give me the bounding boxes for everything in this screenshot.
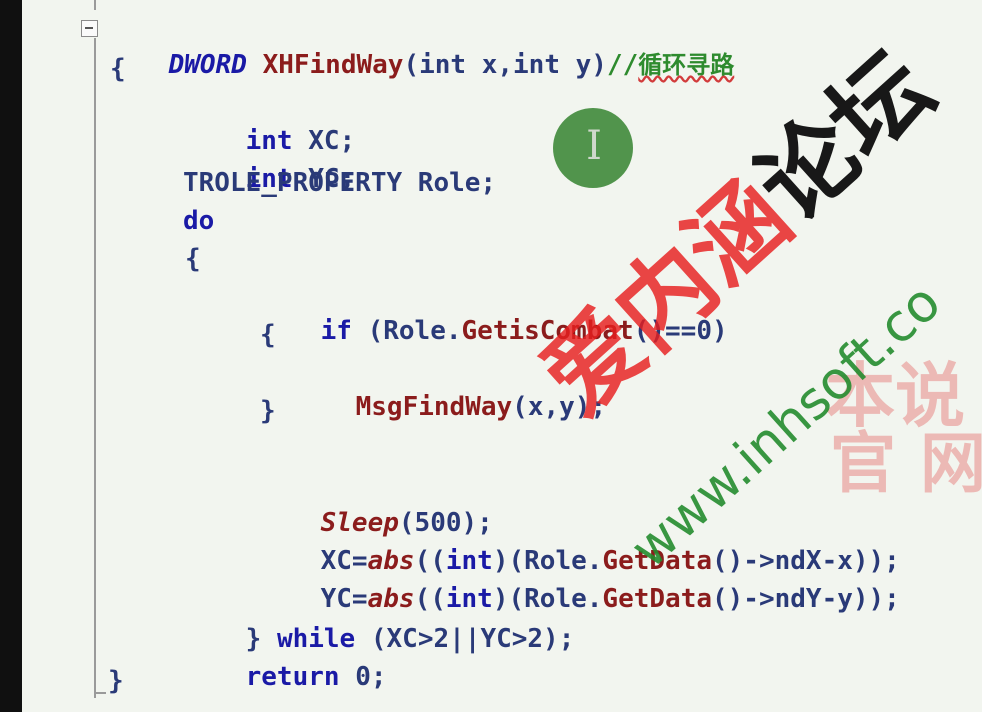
code-line-if[interactable]: if (Role.GetisCombat()==0) bbox=[258, 280, 728, 346]
return-value: 0; bbox=[339, 662, 387, 692]
outline-gutter-end bbox=[94, 692, 106, 694]
code-line-sleep[interactable]: Sleep(500); bbox=[258, 472, 493, 538]
code-line-xc-assign[interactable]: XC=abs((int)(Role.GetData()->ndX-x)); bbox=[258, 510, 900, 576]
code-line-brace-open[interactable]: { bbox=[110, 52, 126, 86]
code-line-do[interactable]: do bbox=[183, 204, 214, 238]
call-args: (x,y); bbox=[512, 392, 607, 422]
while-condition: (XC>2||YC>2); bbox=[355, 624, 575, 654]
code-line-while[interactable]: } while (XC>2||YC>2); bbox=[183, 588, 575, 654]
outline-gutter-top bbox=[94, 0, 96, 10]
function-params: (int x,int y) bbox=[403, 50, 607, 80]
return-keyword: return bbox=[245, 662, 340, 692]
code-line-msgfindway[interactable]: MsgFindWay(x,y); bbox=[293, 356, 606, 422]
code-line-brace-close[interactable]: } bbox=[108, 664, 124, 698]
code-line-return[interactable]: return 0; bbox=[183, 626, 387, 692]
code-line-yc-assign[interactable]: YC=abs((int)(Role.GetData()->ndY-y)); bbox=[258, 548, 900, 614]
outline-gutter-line bbox=[94, 38, 96, 698]
if-keyword: if bbox=[320, 316, 352, 346]
comment-text: 循环寻路 bbox=[638, 51, 735, 79]
code-line-do-brace[interactable]: { bbox=[185, 242, 201, 276]
comment-marker: // bbox=[606, 50, 639, 80]
function-name: XHFindWay bbox=[262, 50, 404, 80]
watermark-site-line2: 官网 bbox=[830, 425, 982, 502]
if-condition-suffix: ()==0) bbox=[633, 316, 728, 346]
code-line-decl-role[interactable]: TROLE_PROPERTY Role; bbox=[183, 166, 496, 200]
watermark-site-line1: 本说 bbox=[825, 355, 965, 437]
code-line-decl-xc[interactable]: int XC; bbox=[183, 90, 356, 156]
return-type: DWORD bbox=[168, 50, 247, 80]
expr-close: ()->ndY-y)); bbox=[712, 584, 900, 614]
function-call: MsgFindWay bbox=[355, 392, 513, 422]
if-condition-prefix: (Role. bbox=[351, 316, 462, 346]
i-beam-cursor-icon: I bbox=[586, 123, 602, 169]
code-line-signature[interactable]: DWORD XHFindWay(int x,int y)//循环寻路 bbox=[106, 14, 735, 80]
method-name: GetData bbox=[602, 584, 712, 614]
window-edge bbox=[0, 0, 22, 712]
code-line-if-brace-open[interactable]: { bbox=[260, 318, 276, 352]
code-line-if-brace-close[interactable]: } bbox=[260, 394, 276, 428]
watermark-forum-name-c: 论坛 bbox=[735, 30, 954, 243]
code-line-decl-yc[interactable]: int YC; bbox=[183, 128, 356, 194]
code-editor[interactable]: DWORD XHFindWay(int x,int y)//循环寻路 { int… bbox=[0, 0, 982, 712]
collapse-toggle-icon[interactable] bbox=[81, 20, 98, 37]
method-name: GetisCombat bbox=[461, 316, 634, 346]
